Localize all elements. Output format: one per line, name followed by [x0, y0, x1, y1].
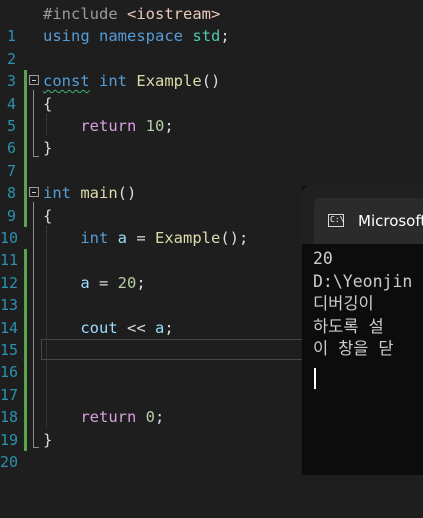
punctuation: ;	[164, 117, 174, 135]
keyword: return	[80, 408, 137, 427]
operator: =	[89, 273, 118, 292]
punctuation: ;	[136, 273, 146, 292]
code-text[interactable]: const int Example()	[43, 70, 220, 92]
code-text[interactable]: int main()	[43, 182, 136, 204]
code-text[interactable]: cout << a;	[43, 317, 174, 339]
console-output-line: D:\Yeonjin	[313, 271, 413, 291]
keyword: using	[43, 27, 90, 46]
code-line-1[interactable]: 1 #include <iostream>	[0, 3, 423, 45]
punctuation: ;	[220, 27, 230, 46]
punctuation: ()	[201, 72, 221, 91]
keyword: int	[99, 72, 128, 91]
debug-console-window[interactable]: C:\ Microsoft 20 D:\Yeonjin 디버깅이 하도록 설 이…	[302, 186, 423, 475]
operator: =	[127, 229, 156, 247]
code-line-3[interactable]: 3	[0, 48, 423, 115]
number-literal: 0	[145, 408, 156, 427]
brace: {	[43, 94, 53, 113]
code-line-4[interactable]: 4 const int Example()	[0, 70, 423, 138]
fold-collapse-icon[interactable]	[29, 75, 39, 86]
namespace-name: std	[192, 27, 221, 46]
keyword: namespace	[99, 27, 184, 46]
code-text[interactable]: {	[43, 205, 52, 227]
console-tab-title: Microsoft	[358, 212, 423, 230]
keyword: return	[80, 117, 137, 135]
function-name: main	[80, 184, 118, 203]
punctuation: ;	[155, 408, 165, 427]
variable: a	[80, 273, 90, 292]
code-line-5[interactable]: 5 {	[0, 93, 423, 160]
fold-collapse-icon[interactable]	[29, 187, 39, 198]
line-number: 20	[0, 453, 19, 471]
number-literal: 20	[117, 273, 137, 292]
number-literal: 10	[145, 117, 165, 135]
code-text[interactable]: {	[43, 93, 52, 115]
keyword: const	[43, 72, 90, 91]
code-line-6[interactable]: 6 return 10;	[0, 115, 423, 183]
code-text[interactable]: a = 20;	[43, 272, 146, 294]
preprocessor-directive: #include	[43, 5, 118, 23]
console-output-line: 20	[313, 249, 333, 268]
punctuation: ()	[117, 184, 137, 203]
function-name: Example	[136, 72, 202, 91]
code-line-2[interactable]: 2 using namespace std;	[0, 25, 423, 93]
punctuation: ;	[164, 318, 174, 337]
brace: {	[43, 206, 53, 225]
variable: a	[154, 318, 165, 337]
variable: a	[117, 229, 128, 247]
console-title-bar[interactable]: C:\ Microsoft	[302, 186, 423, 244]
code-line-7[interactable]: 7 }	[0, 137, 423, 205]
operator: <<	[117, 318, 155, 337]
code-text[interactable]: return 0;	[43, 406, 164, 428]
console-text-cursor	[314, 368, 316, 389]
brace: }	[43, 139, 53, 158]
function-name: Example	[155, 229, 221, 247]
command-prompt-icon: C:\	[328, 214, 344, 227]
include-header: <iostream>	[127, 5, 221, 23]
variable: cout	[80, 318, 118, 337]
code-text[interactable]: int a = Example();	[43, 227, 248, 249]
keyword: int	[80, 229, 109, 247]
brace: }	[43, 430, 53, 449]
code-text[interactable]: }	[43, 137, 52, 159]
code-text[interactable]: using namespace std;	[43, 25, 230, 47]
console-tab[interactable]: C:\ Microsoft	[314, 198, 423, 244]
code-text[interactable]: return 10;	[43, 115, 174, 137]
code-line-8[interactable]: 8	[0, 160, 423, 227]
code-text[interactable]: #include <iostream>	[43, 3, 220, 25]
command-prompt-icon-text: C:\	[330, 215, 345, 224]
console-output-line: 하도록 설	[313, 316, 384, 336]
punctuation: ();	[220, 229, 249, 247]
keyword: int	[43, 184, 71, 203]
console-output-line: 이 창을 닫	[313, 339, 394, 358]
console-output-line: 디버깅이	[313, 294, 374, 313]
code-text[interactable]: }	[43, 429, 52, 451]
